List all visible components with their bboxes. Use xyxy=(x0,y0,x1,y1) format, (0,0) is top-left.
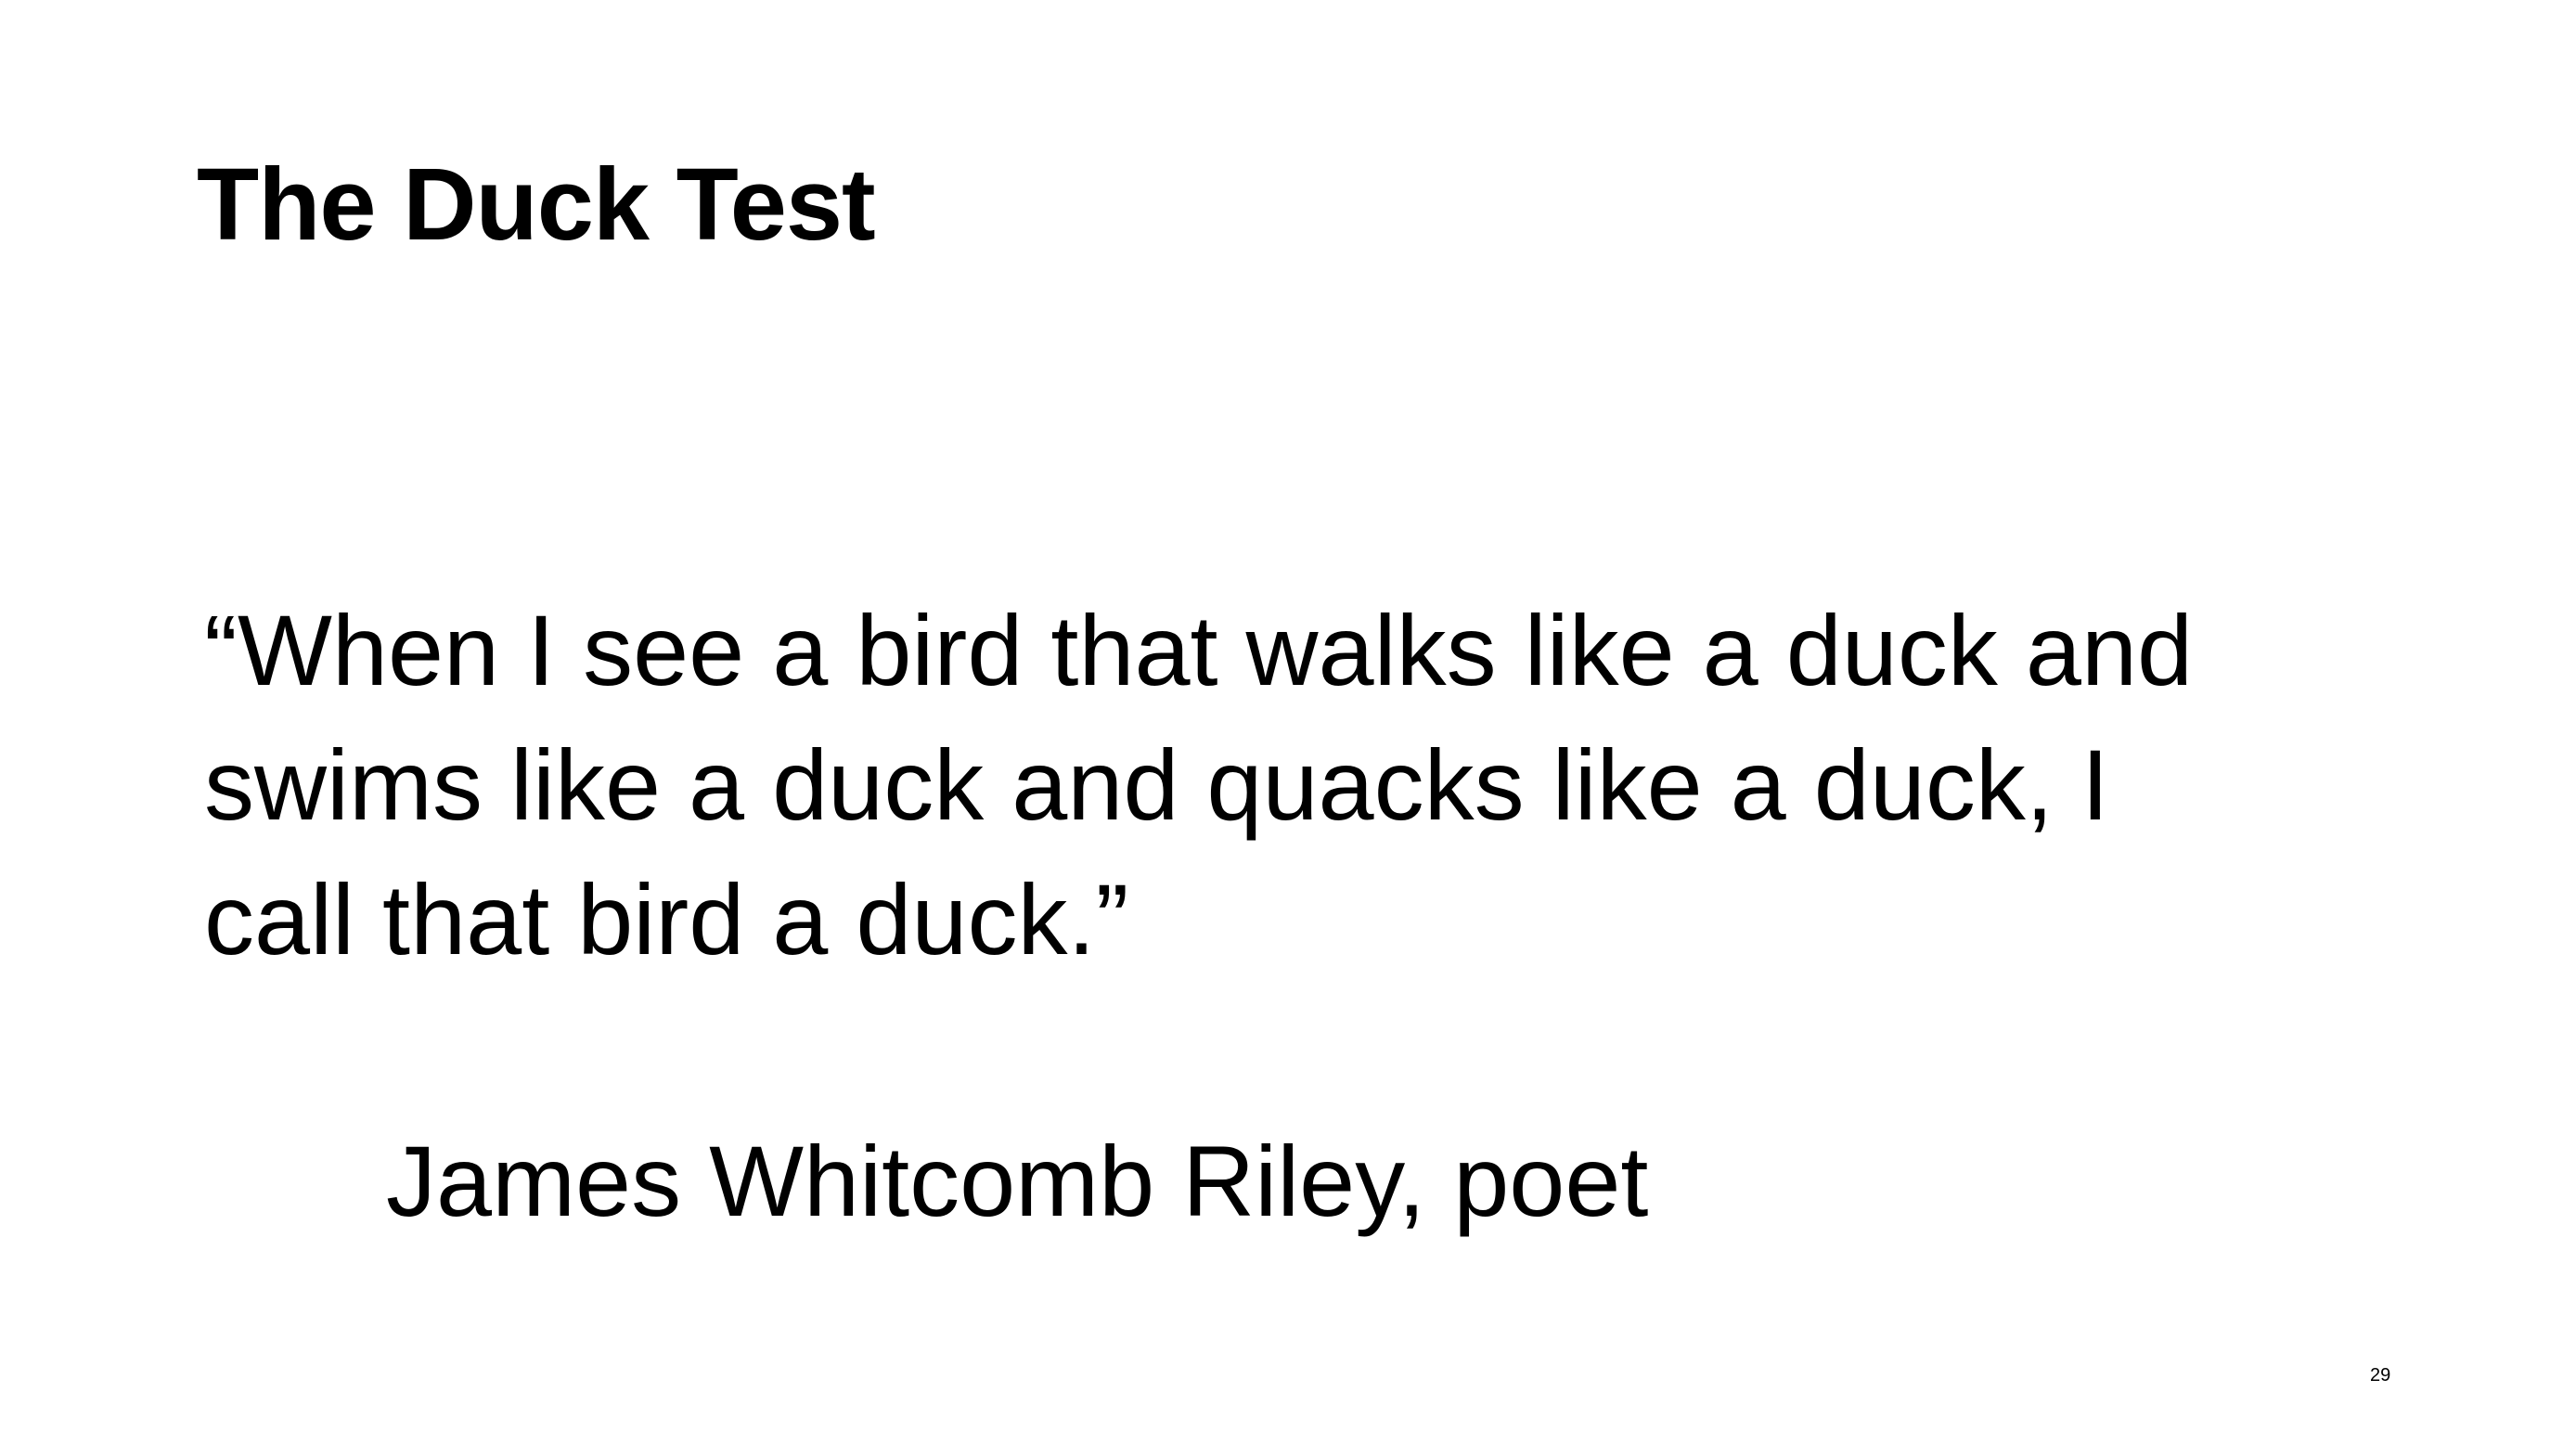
quote: “When I see a bird that walks like a duc… xyxy=(204,583,2487,986)
slide-title: The Duck Test xyxy=(197,148,876,262)
slide-number: 29 xyxy=(2370,1365,2391,1386)
quote-attribution: James Whitcomb Riley, poet xyxy=(386,1125,1649,1237)
quote-line: swims like a duck and quacks like a duck… xyxy=(204,728,2109,841)
quote-line: “When I see a bird that walks like a duc… xyxy=(204,594,2194,706)
quote-line: call that bird a duck.” xyxy=(204,863,1129,975)
slide: The Duck Test “When I see a bird that wa… xyxy=(0,0,2576,1444)
